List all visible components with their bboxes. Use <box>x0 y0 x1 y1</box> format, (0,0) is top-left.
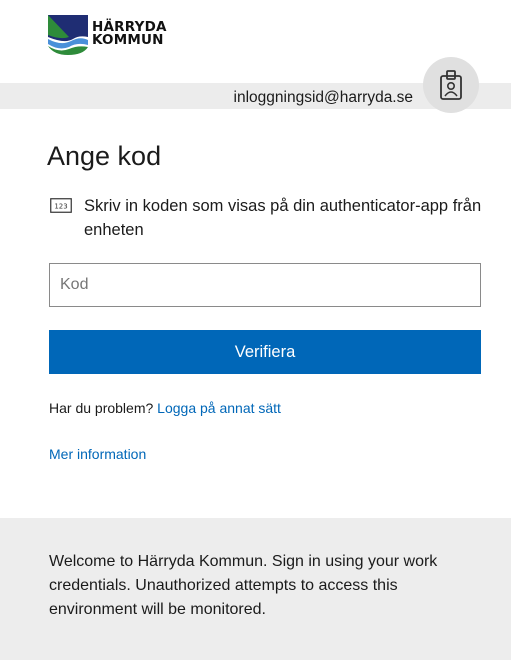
sign-in-another-way-link[interactable]: Logga på annat sätt <box>157 400 281 416</box>
footer-message: Welcome to Härryda Kommun. Sign in using… <box>49 553 438 618</box>
harryda-logo-icon <box>48 15 88 55</box>
svg-text:123: 123 <box>54 203 67 211</box>
logo-line-2: KOMMUN <box>92 32 164 48</box>
id-badge-icon <box>423 57 479 113</box>
instruction: 123 Skriv in koden som visas på din auth… <box>50 194 490 242</box>
more-information-link[interactable]: Mer information <box>49 446 146 462</box>
help-question: Har du problem? <box>49 400 154 416</box>
harryda-logo: HÄRRYDA KOMMUN <box>47 13 167 55</box>
numeric-keypad-123-icon: 123 <box>50 198 72 213</box>
page-title: Ange kod <box>47 141 162 171</box>
verify-button[interactable]: Verifiera <box>49 330 481 374</box>
signed-in-email: inloggningsid@harryda.se <box>233 89 413 106</box>
help-line: Har du problem? Logga på annat sätt <box>49 400 281 416</box>
instruction-text: Skriv in koden som visas på din authenti… <box>84 197 482 239</box>
code-input[interactable] <box>49 263 481 307</box>
footer-banner: Welcome to Härryda Kommun. Sign in using… <box>0 518 511 660</box>
